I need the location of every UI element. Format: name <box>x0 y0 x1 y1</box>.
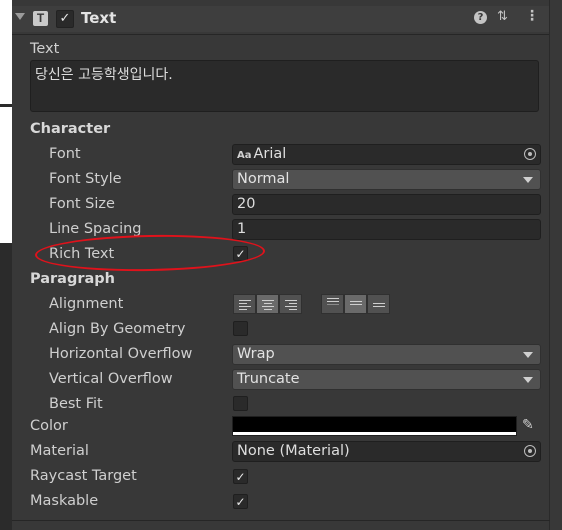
object-picker-icon[interactable] <box>524 148 536 160</box>
align-bottom-button[interactable] <box>367 294 390 314</box>
background-divider <box>0 104 12 107</box>
header-divider <box>12 34 550 35</box>
eyedropper-icon[interactable]: ✎ <box>522 417 534 433</box>
color-alpha-bar <box>233 432 516 435</box>
material-label: Material <box>30 443 89 459</box>
font-style-label: Font Style <box>49 171 122 187</box>
align-center-button[interactable] <box>256 294 279 314</box>
vertical-overflow-value: Truncate <box>237 371 300 387</box>
component-title: Text <box>81 9 117 27</box>
more-options-icon[interactable]: ⋮ <box>525 8 539 24</box>
text-label: Text <box>30 41 60 57</box>
raycast-target-checkbox[interactable]: ✓ <box>233 469 248 484</box>
font-field[interactable]: Aa Arial <box>232 144 541 165</box>
best-fit-label: Best Fit <box>49 396 103 412</box>
background-window <box>0 0 12 243</box>
vertical-overflow-label: Vertical Overflow <box>49 371 173 387</box>
horizontal-overflow-value: Wrap <box>237 346 275 362</box>
panel-border <box>549 0 550 530</box>
align-left-button[interactable] <box>233 294 256 314</box>
font-style-value: Normal <box>237 171 290 187</box>
align-by-geometry-label: Align By Geometry <box>49 321 186 337</box>
color-label: Color <box>30 418 68 434</box>
horizontal-overflow-label: Horizontal Overflow <box>49 346 193 362</box>
align-top-button[interactable] <box>321 294 344 314</box>
font-size-label: Font Size <box>49 196 115 212</box>
font-style-dropdown[interactable]: Normal <box>232 169 541 190</box>
maskable-label: Maskable <box>30 493 99 509</box>
font-label: Font <box>49 146 81 162</box>
horizontal-overflow-dropdown[interactable]: Wrap <box>232 344 541 365</box>
object-picker-icon[interactable] <box>524 445 536 457</box>
align-middle-icon <box>350 301 362 307</box>
maskable-checkbox[interactable]: ✓ <box>233 494 248 509</box>
help-icon[interactable]: ? <box>474 11 487 24</box>
text-component-icon: T <box>33 11 48 26</box>
raycast-target-label: Raycast Target <box>30 468 137 484</box>
dropdown-arrow-icon <box>523 377 533 383</box>
material-field[interactable]: None (Material) <box>232 441 541 462</box>
align-top-icon <box>327 298 339 307</box>
dropdown-arrow-icon <box>523 177 533 183</box>
align-by-geometry-checkbox[interactable] <box>233 321 248 336</box>
dropdown-arrow-icon <box>523 352 533 358</box>
presets-icon[interactable]: ⇅ <box>497 9 508 24</box>
align-left-icon <box>239 300 251 312</box>
bottom-divider <box>12 520 550 521</box>
font-value: Arial <box>253 146 287 162</box>
horizontal-alignment-group <box>233 294 305 314</box>
background-window-dark <box>0 243 12 530</box>
material-value: None (Material) <box>237 443 350 459</box>
fold-arrow-icon[interactable] <box>15 13 25 20</box>
font-asset-icon: Aa <box>237 150 252 161</box>
vertical-alignment-group <box>321 294 393 314</box>
alignment-label: Alignment <box>49 296 124 312</box>
align-middle-button[interactable] <box>344 294 367 314</box>
align-center-icon <box>262 300 274 312</box>
line-spacing-label: Line Spacing <box>49 221 142 237</box>
character-section-header[interactable]: Character <box>30 121 110 137</box>
align-bottom-icon <box>373 303 385 309</box>
text-input[interactable]: 당신은 고등학생입니다. <box>30 60 539 112</box>
best-fit-checkbox[interactable] <box>233 396 248 411</box>
vertical-overflow-dropdown[interactable]: Truncate <box>232 369 541 390</box>
font-size-input[interactable]: 20 <box>232 194 541 215</box>
component-enabled-checkbox[interactable]: ✓ <box>56 10 74 28</box>
line-spacing-input[interactable]: 1 <box>232 219 541 240</box>
align-right-button[interactable] <box>279 294 302 314</box>
align-right-icon <box>285 300 297 312</box>
paragraph-section-header[interactable]: Paragraph <box>30 271 115 287</box>
